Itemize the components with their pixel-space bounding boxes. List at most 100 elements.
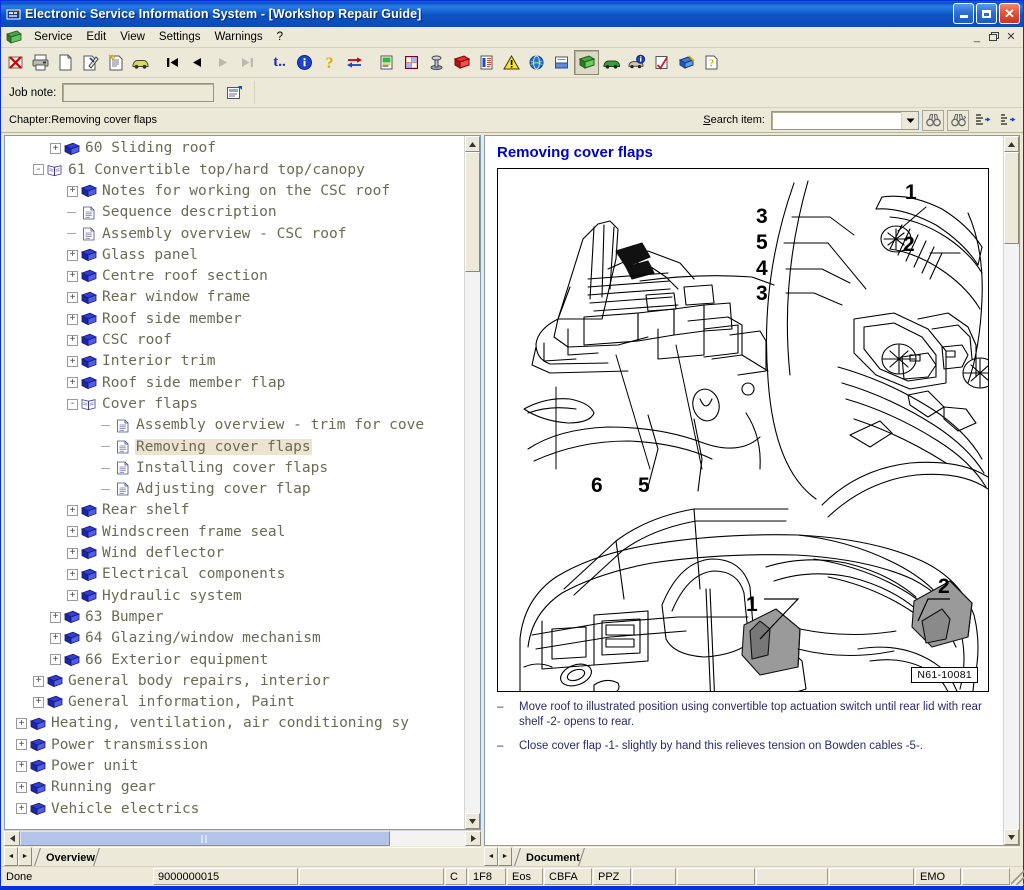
car-info-icon[interactable] [624,50,649,75]
expand-icon[interactable]: + [16,718,27,730]
collapse-icon[interactable]: - [67,398,78,410]
tab-overview[interactable]: Overview [34,848,105,866]
tree-item[interactable]: + Roof side member flap [5,372,464,393]
tree-item[interactable]: Removing cover flaps [5,436,464,457]
search-combobox[interactable] [771,110,919,130]
expand-icon[interactable]: + [50,654,61,666]
close-button[interactable]: ✕ [999,3,1020,24]
tree-item[interactable]: + Notes for working on the CSC roof [5,181,464,202]
tree-item[interactable]: + Windscreen frame seal [5,521,464,542]
expand-icon[interactable]: + [67,313,78,325]
tree-scroll-track[interactable] [465,152,480,813]
nav-first-icon[interactable] [160,50,185,75]
tree-item[interactable]: + Centre roof section [5,266,464,287]
expand-icon[interactable]: + [67,569,78,581]
scroll-down-arrow[interactable] [1004,829,1019,845]
tree-item[interactable]: + Roof side member [5,308,464,329]
red-book-icon[interactable] [449,50,474,75]
tree-item[interactable]: + Power unit [5,756,464,777]
scroll-up-arrow[interactable] [465,136,480,152]
car-green-icon[interactable] [599,50,624,75]
expand-icon[interactable]: + [16,782,27,794]
document-scroll-thumb[interactable] [1004,152,1019,244]
nav-prev-icon[interactable] [185,50,210,75]
help-page-icon[interactable]: ? [699,50,724,75]
minimize-button[interactable] [953,3,974,24]
expand-icon[interactable]: + [67,356,78,368]
menu-item-edit[interactable]: Edit [79,29,113,45]
tree-item[interactable]: + Running gear [5,777,464,798]
maximize-button[interactable] [976,3,997,24]
mdi-restore-button[interactable] [986,29,1002,44]
info-icon[interactable] [292,50,317,75]
tree-horizontal-scrollbar[interactable] [4,830,481,846]
checklist-icon[interactable] [649,50,674,75]
tab-document[interactable]: Document [514,848,590,866]
expand-icon[interactable]: + [33,696,44,708]
printer-icon[interactable] [28,50,53,75]
tree-vertical-scrollbar[interactable] [464,136,480,829]
expand-icon[interactable]: + [33,675,44,687]
menu-item-service[interactable]: Service [27,29,79,45]
outline-collapse-icon[interactable] [997,109,1019,131]
binoculars-next-icon[interactable] [947,109,969,131]
tree-item[interactable]: Assembly overview - trim for cove [5,415,464,436]
swap-arrows-icon[interactable] [342,50,367,75]
tree-item[interactable]: + Electrical components [5,564,464,585]
expand-icon[interactable]: + [67,249,78,261]
tree-item[interactable]: + Interior trim [5,351,464,372]
tree-hscroll-track[interactable] [20,831,465,846]
tree-item[interactable]: + Rear shelf [5,500,464,521]
scroll-down-arrow[interactable] [465,813,480,829]
tree-item[interactable]: + Power transmission [5,734,464,755]
chart-list-icon[interactable] [474,50,499,75]
warning-icon[interactable] [499,50,524,75]
tree-item[interactable]: +64 Glazing/window mechanism [5,628,464,649]
expand-icon[interactable]: + [67,270,78,282]
expand-icon[interactable]: + [50,632,61,644]
document-scroll-track[interactable] [1004,152,1019,829]
scroll-left-arrow[interactable] [4,831,20,846]
expand-icon[interactable]: + [67,590,78,602]
scroll-right-arrow[interactable] [465,831,481,846]
t-tool-icon[interactable]: t.. [267,50,292,75]
tab-next-button[interactable]: ► [18,847,32,866]
notes-document-icon[interactable] [103,50,128,75]
expand-icon[interactable]: + [67,292,78,304]
expand-icon[interactable]: + [16,739,27,751]
tree-item[interactable]: + General information, Paint [5,692,464,713]
resize-grip[interactable] [1011,868,1024,885]
tree-item[interactable]: +66 Exterior equipment [5,649,464,670]
tree-item[interactable]: Sequence description [5,202,464,223]
globe-icon[interactable] [524,50,549,75]
expand-icon[interactable]: + [50,611,61,623]
expand-icon[interactable]: + [50,143,61,155]
tree-item[interactable]: + Glass panel [5,244,464,265]
expand-icon[interactable]: + [16,803,27,815]
cancel-print-icon[interactable] [3,50,28,75]
chevron-down-icon[interactable] [901,111,918,129]
mdi-minimize-button[interactable]: _ [969,29,985,44]
tree-scroll-thumb[interactable] [465,152,480,272]
expand-icon[interactable]: + [16,760,27,772]
lift-icon[interactable] [424,50,449,75]
window-grid-icon[interactable] [399,50,424,75]
expand-icon[interactable]: + [67,334,78,346]
tree-item[interactable]: Assembly overview - CSC roof [5,223,464,244]
tree-scroll-area[interactable]: +60 Sliding roof - 61 Convertible top/hard… [5,136,464,829]
tree-item[interactable]: + Rear window frame [5,287,464,308]
binoculars-icon[interactable] [922,109,944,131]
tree-item[interactable]: + CSC roof [5,330,464,351]
mdi-close-button[interactable]: ✕ [1003,29,1019,44]
paint-book-icon[interactable] [674,50,699,75]
tree-item[interactable]: - 61 Convertible top/hard top/canopy [5,159,464,180]
tree-item[interactable]: + Vehicle electrics [5,798,464,819]
tree-item[interactable]: + Wind deflector [5,543,464,564]
menu-item-settings[interactable]: Settings [152,29,208,45]
collapse-icon[interactable]: - [33,164,44,176]
outline-expand-icon[interactable] [972,109,994,131]
tree-item[interactable]: +63 Bumper [5,607,464,628]
expand-icon[interactable]: + [67,505,78,517]
job-note-input[interactable] [62,83,215,102]
new-document-icon[interactable] [53,50,78,75]
